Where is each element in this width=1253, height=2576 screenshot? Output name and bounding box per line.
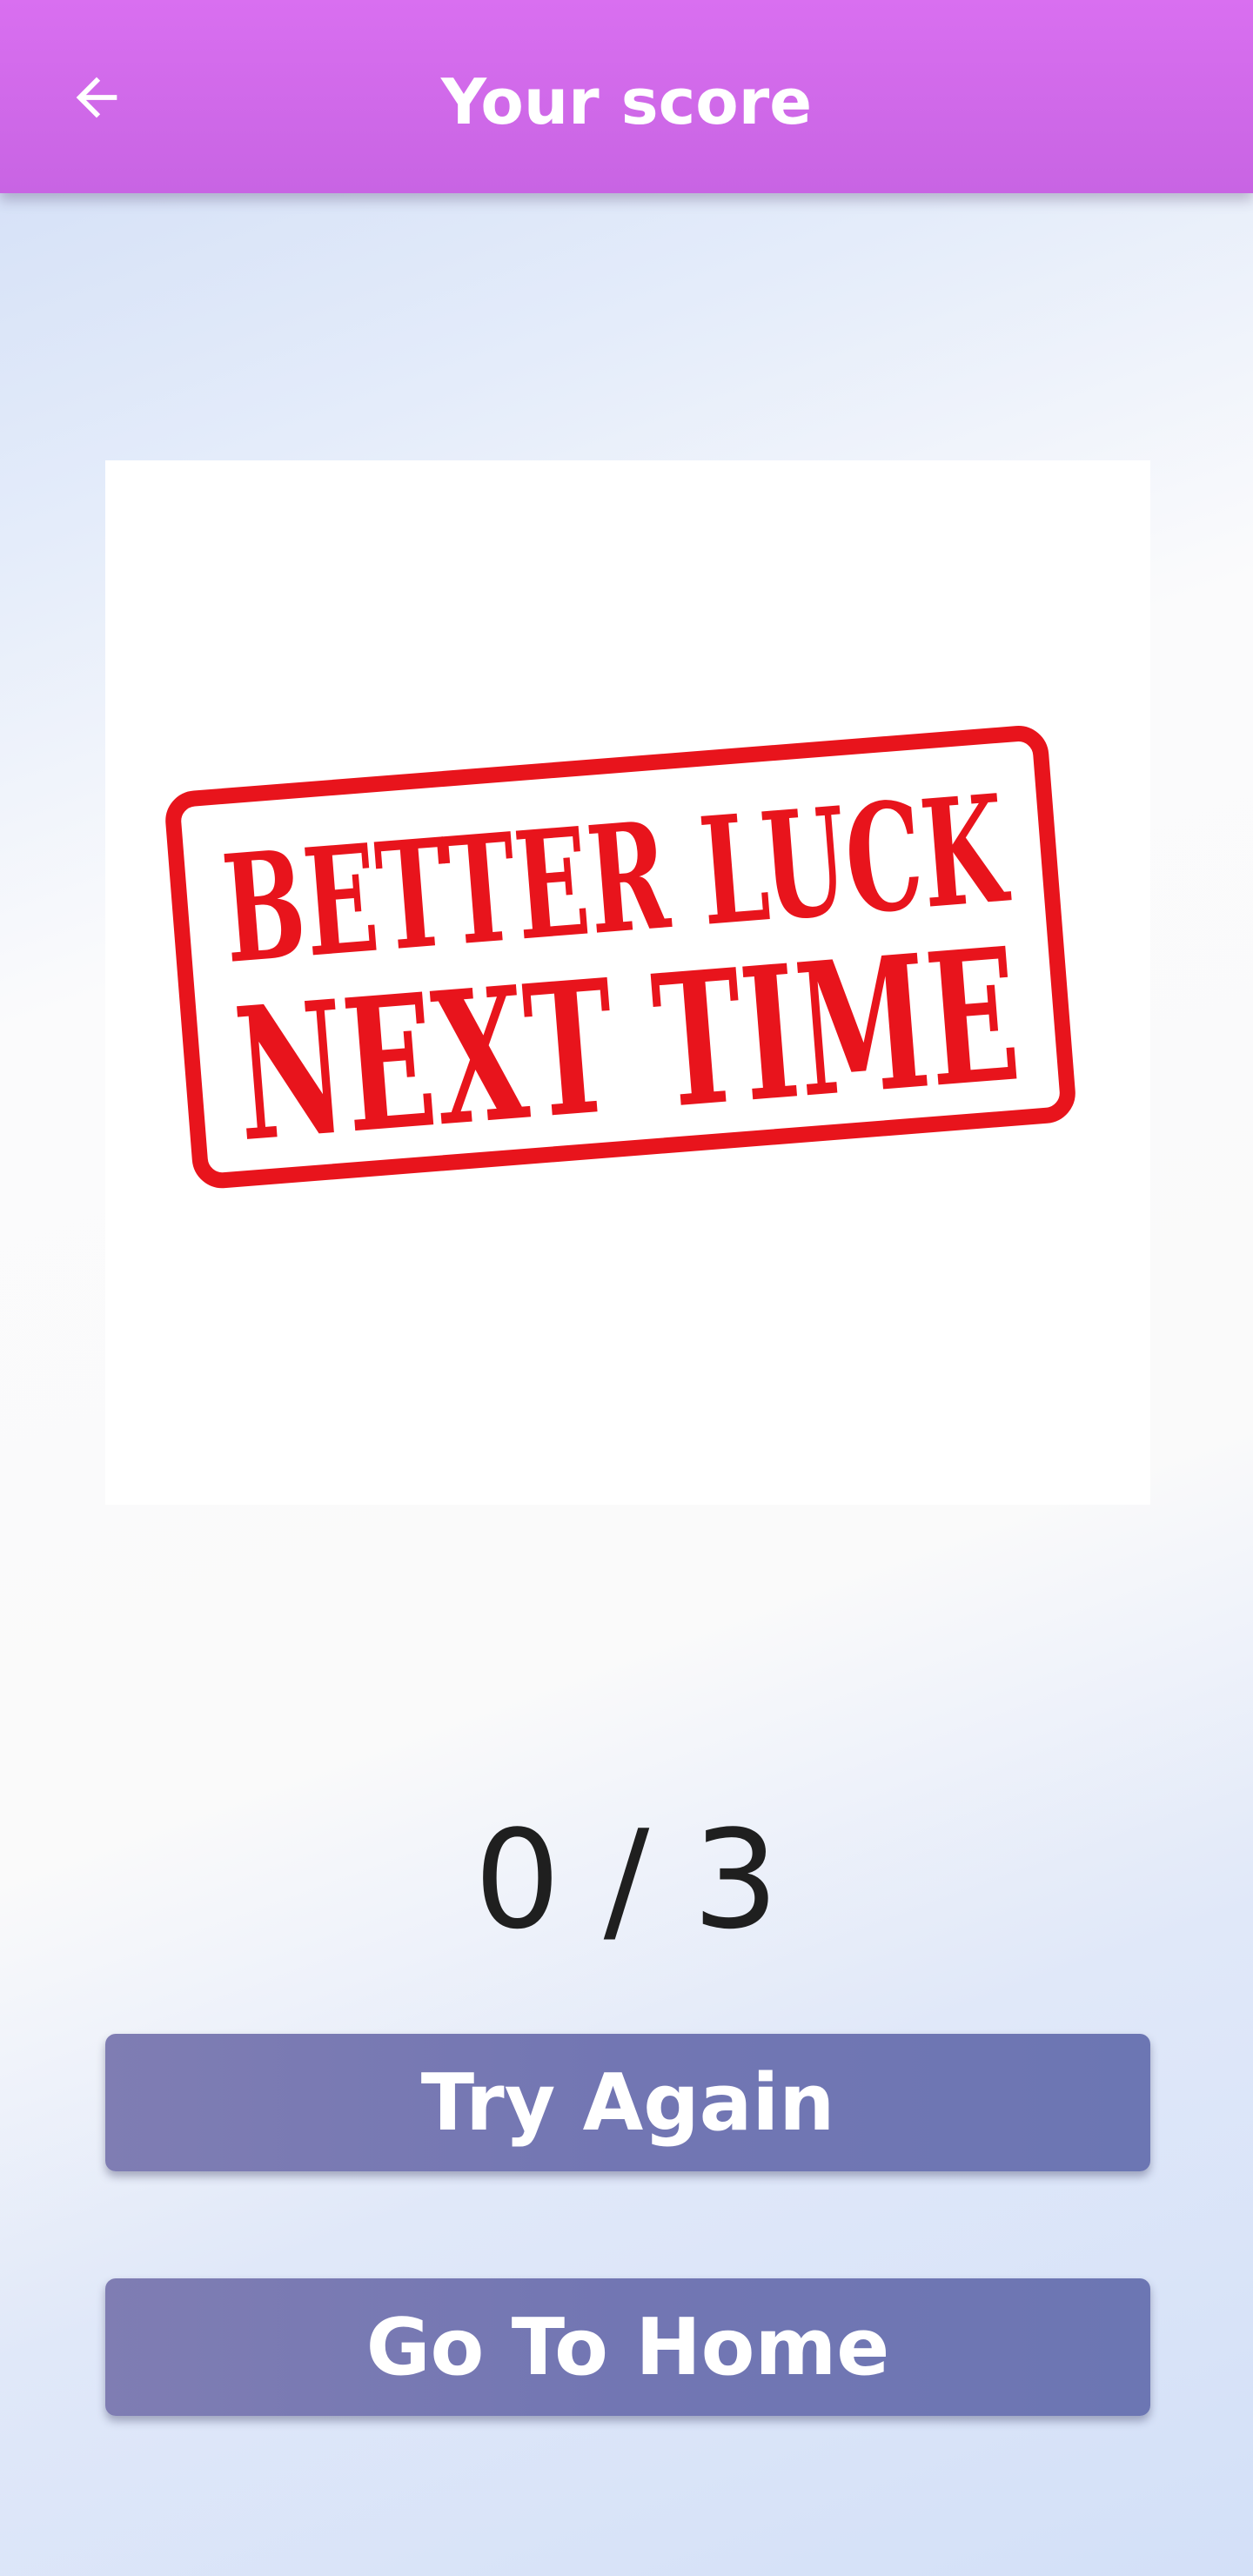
app-bar: Your score (0, 0, 1253, 193)
page-title: Your score (440, 65, 813, 138)
stamp-graphic: BETTER LUCK NEXT TIME (165, 726, 1075, 1189)
go-to-home-button[interactable]: Go To Home (105, 2278, 1150, 2416)
better-luck-next-time-image: BETTER LUCK NEXT TIME (105, 460, 1150, 1505)
score-display: 0 / 3 (473, 1801, 780, 1959)
try-again-button[interactable]: Try Again (105, 2034, 1150, 2171)
